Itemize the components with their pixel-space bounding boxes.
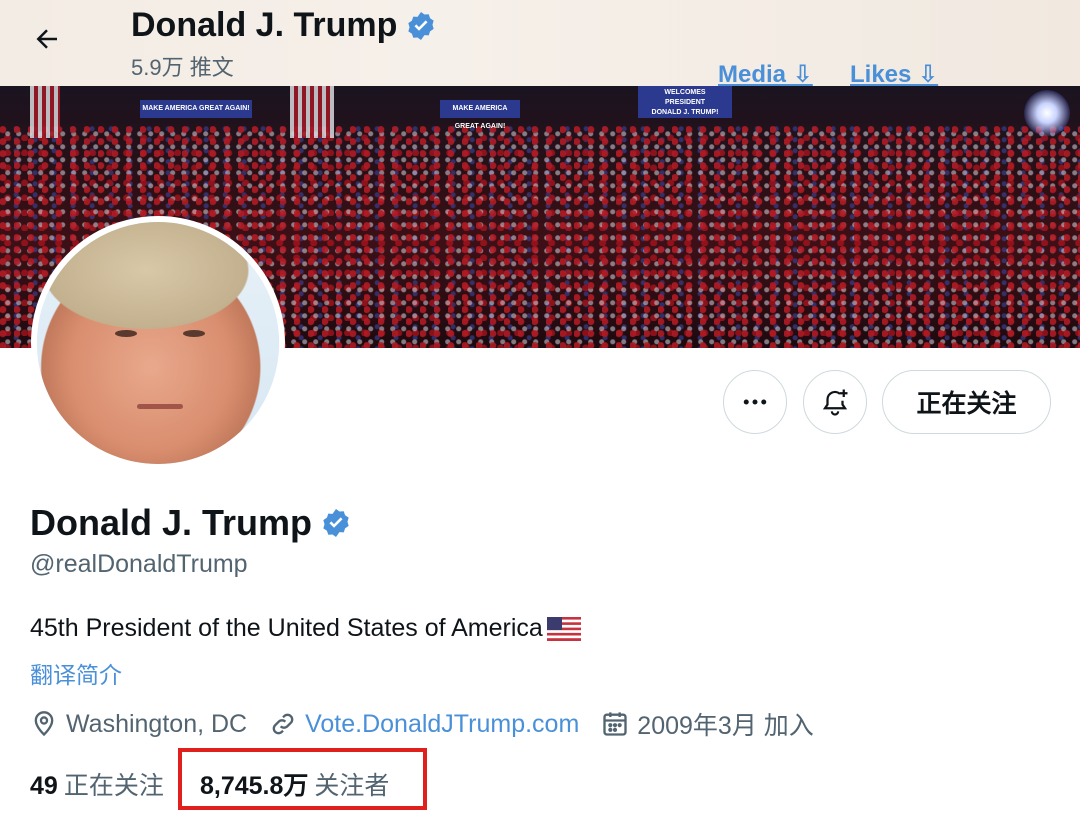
profile-header: Donald J. Trump 5.9万 推文 Media ⇩ Likes ⇩ bbox=[0, 0, 1080, 89]
location-item: Washington, DC bbox=[30, 710, 247, 739]
us-flag-icon bbox=[546, 616, 581, 641]
more-options-button[interactable] bbox=[723, 370, 787, 434]
location-pin-icon bbox=[34, 711, 54, 737]
joined-text: 2009年3月 加入 bbox=[637, 712, 814, 740]
translate-bio-link[interactable]: 翻译简介 bbox=[30, 656, 122, 690]
profile-meta: Washington, DC Vote.DonaldJTrump.com 200… bbox=[30, 706, 836, 742]
stage-sign-line: PRESIDENT bbox=[664, 99, 706, 106]
stage-sign-line: DONALD J. TRUMP! bbox=[651, 109, 719, 116]
following-count: 49 bbox=[30, 772, 58, 800]
verified-badge-icon bbox=[408, 11, 435, 40]
back-button[interactable] bbox=[30, 22, 64, 56]
banner-stage-sign: WELCOMES PRESIDENT DONALD J. TRUMP! bbox=[638, 86, 732, 118]
following-label: 正在关注 bbox=[63, 772, 164, 800]
location-text: Washington, DC bbox=[66, 709, 248, 738]
banner-sign: MAKE AMERICA GREAT AGAIN! bbox=[140, 100, 252, 118]
link-icon bbox=[272, 713, 294, 735]
banner-sign: MAKE AMERICA GREAT AGAIN! bbox=[440, 100, 520, 130]
verified-badge-icon bbox=[323, 509, 349, 537]
header-name-text: Donald J. Trump bbox=[131, 6, 398, 44]
followers-highlight-box bbox=[178, 748, 427, 810]
header-title: Donald J. Trump bbox=[131, 6, 437, 45]
notifications-button[interactable] bbox=[803, 370, 867, 434]
avatar-eye bbox=[183, 330, 205, 337]
profile-avatar[interactable] bbox=[31, 216, 285, 470]
stage-light bbox=[1024, 90, 1070, 136]
avatar-mouth bbox=[137, 404, 183, 409]
website-link[interactable]: Vote.DonaldJTrump.com bbox=[305, 710, 579, 739]
arrow-left-icon bbox=[36, 29, 57, 49]
profile-bio: 45th President of the United States of A… bbox=[30, 614, 581, 643]
profile-name: Donald J. Trump bbox=[30, 502, 352, 544]
following-button[interactable]: 正在关注 bbox=[882, 370, 1051, 434]
stage-sign-line: WELCOMES bbox=[664, 89, 706, 96]
media-link[interactable]: Media ⇩ bbox=[718, 60, 813, 89]
banner-flag bbox=[30, 86, 60, 138]
profile-name-text: Donald J. Trump bbox=[30, 502, 313, 543]
calendar-icon bbox=[603, 712, 627, 736]
likes-link[interactable]: Likes ⇩ bbox=[850, 60, 938, 89]
avatar-eye bbox=[115, 330, 137, 337]
profile-handle: @realDonaldTrump bbox=[30, 550, 248, 578]
avatar-portrait bbox=[37, 222, 279, 464]
more-icon bbox=[743, 399, 767, 405]
banner-flag bbox=[290, 86, 334, 138]
tweet-count: 5.9万 推文 bbox=[131, 55, 234, 80]
website-item: Vote.DonaldJTrump.com bbox=[269, 710, 579, 739]
bell-plus-icon bbox=[822, 389, 848, 416]
joined-item: 2009年3月 加入 bbox=[601, 706, 814, 742]
following-stat[interactable]: 49 正在关注 bbox=[30, 766, 164, 802]
bio-text: 45th President of the United States of A… bbox=[30, 614, 543, 642]
